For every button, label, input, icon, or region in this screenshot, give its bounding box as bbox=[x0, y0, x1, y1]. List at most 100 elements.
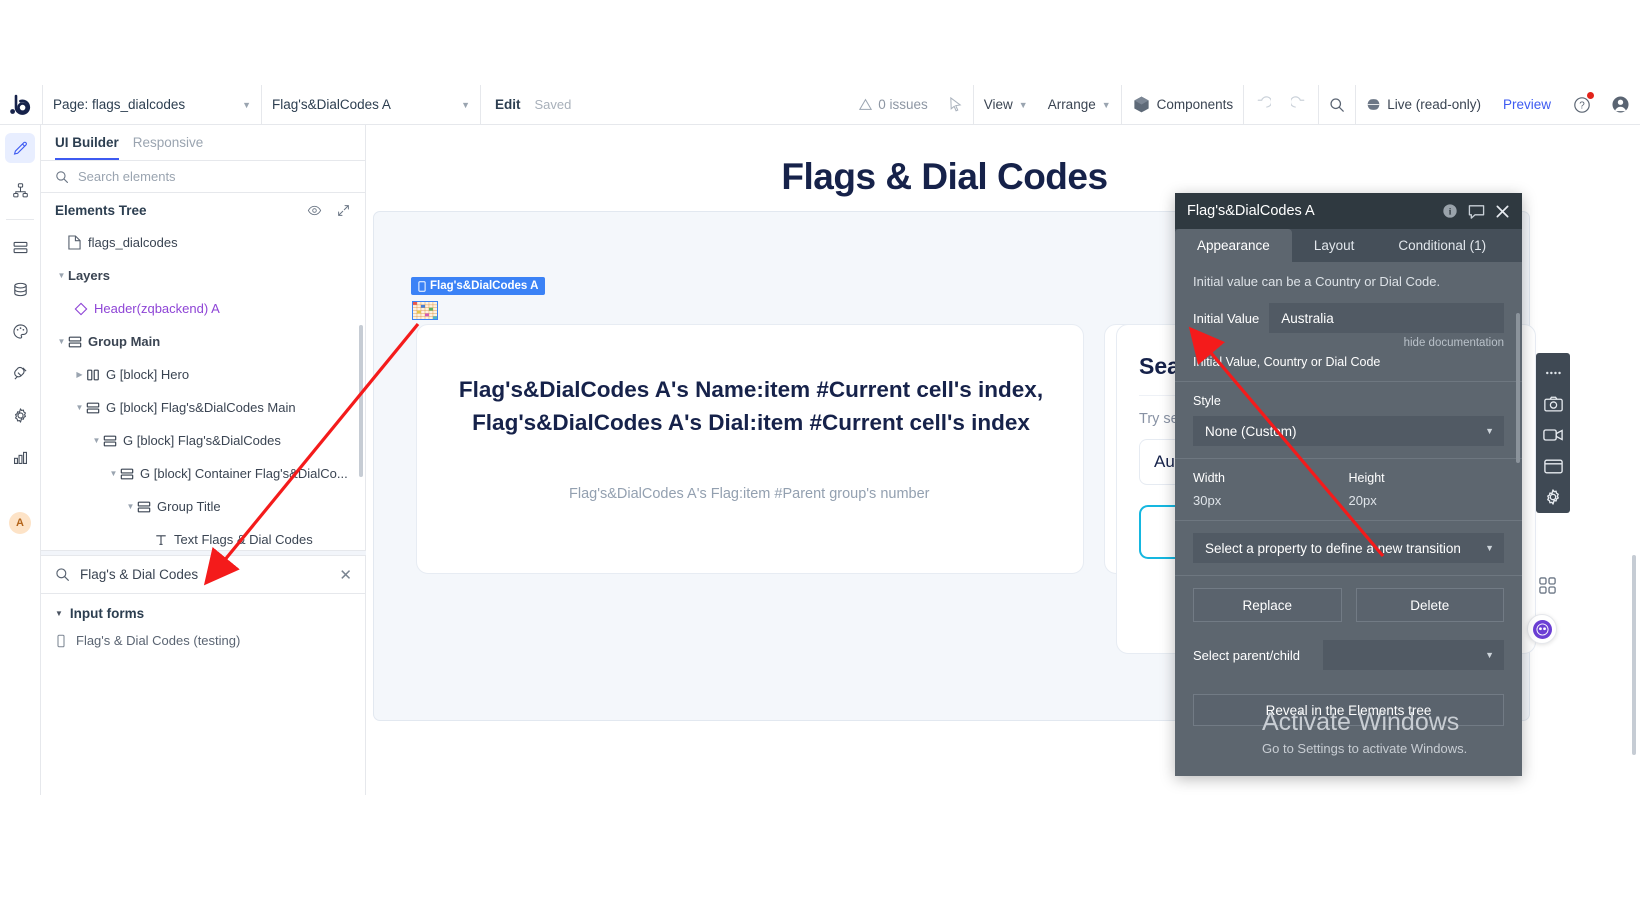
style-select[interactable]: None (Custom) ▼ bbox=[1193, 416, 1504, 446]
chevron-down-icon: ▼ bbox=[1485, 426, 1494, 436]
tree-node[interactable]: ▼ G [block] Flag's&DialCodes Main bbox=[41, 391, 365, 424]
tab-layout[interactable]: Layout bbox=[1292, 229, 1377, 262]
reveal-in-elements-tree-button[interactable]: Reveal in the Elements tree bbox=[1193, 694, 1504, 726]
initial-value-input[interactable]: Australia bbox=[1269, 303, 1504, 333]
tab-appearance[interactable]: Appearance bbox=[1175, 229, 1292, 262]
tree-arrow-down-icon[interactable]: ▼ bbox=[55, 271, 68, 280]
tree-node[interactable]: ▼ G [block] Container Flag's&DialCo... bbox=[41, 457, 365, 490]
initial-value-row: Initial Value Australia bbox=[1193, 303, 1504, 333]
initial-value-input-text: Australia bbox=[1281, 310, 1334, 326]
window-icon bbox=[1543, 459, 1563, 474]
rail-logs-icon-button[interactable] bbox=[5, 442, 35, 472]
width-label: Width bbox=[1193, 471, 1225, 485]
height-value[interactable]: 20px bbox=[1349, 493, 1505, 508]
expand-icon[interactable] bbox=[336, 203, 351, 218]
eye-icon[interactable] bbox=[307, 203, 322, 218]
height-column: Height 20px bbox=[1349, 471, 1505, 508]
tree-node[interactable]: Header(zqbackend) A bbox=[41, 292, 365, 325]
canvas-scrollbar[interactable] bbox=[1632, 555, 1636, 755]
clear-search-icon[interactable]: ✕ bbox=[339, 566, 352, 584]
capture-settings-button[interactable] bbox=[1538, 482, 1568, 513]
properties-tabs: Appearance Layout Conditional (1) bbox=[1175, 229, 1522, 262]
tab-conditional[interactable]: Conditional (1) bbox=[1376, 229, 1508, 262]
info-icon[interactable]: i bbox=[1442, 203, 1458, 219]
tree-arrow-right-icon[interactable]: ▶ bbox=[73, 370, 86, 379]
transition-select[interactable]: Select a property to define a new transi… bbox=[1193, 533, 1504, 563]
arrange-label: Arrange bbox=[1047, 97, 1096, 112]
issues-button[interactable]: 0 issues bbox=[849, 85, 938, 125]
chevron-down-icon: ▼ bbox=[1018, 99, 1028, 110]
properties-scrollbar[interactable] bbox=[1516, 313, 1520, 463]
view-menu[interactable]: View ▼ bbox=[974, 85, 1038, 125]
search-elements-field[interactable]: Search elements bbox=[41, 160, 365, 193]
rail-database-icon-button[interactable] bbox=[5, 274, 35, 304]
assistant-button[interactable] bbox=[1527, 614, 1557, 644]
tab-responsive[interactable]: Responsive bbox=[133, 135, 204, 160]
tree-arrow-down-icon[interactable]: ▼ bbox=[107, 469, 120, 478]
rail-plugins-icon-button[interactable] bbox=[5, 358, 35, 388]
elements-tree-title: Elements Tree bbox=[55, 203, 147, 218]
account-button[interactable] bbox=[1601, 85, 1640, 125]
element-selector[interactable]: Flag's&DialCodes A ▼ bbox=[262, 85, 480, 125]
chevron-down-icon: ▼ bbox=[1101, 99, 1111, 110]
tree-node[interactable]: ▼ Group Main bbox=[41, 325, 365, 358]
tree-arrow-down-icon[interactable]: ▼ bbox=[90, 436, 103, 445]
chevron-down-icon: ▼ bbox=[55, 609, 63, 618]
components-button[interactable]: Components bbox=[1122, 85, 1244, 125]
record-video-button[interactable] bbox=[1538, 419, 1568, 450]
cursor-tool-button[interactable] bbox=[938, 85, 973, 125]
properties-panel-title: Flag's&DialCodes A bbox=[1187, 203, 1315, 219]
preview-button[interactable]: Preview bbox=[1491, 97, 1563, 112]
close-icon[interactable] bbox=[1495, 204, 1510, 219]
logo-icon bbox=[10, 94, 31, 115]
rail-workflow-icon-button[interactable] bbox=[5, 175, 35, 205]
card-name-dial[interactable]: Flag's&DialCodes A's Name:item #Current … bbox=[416, 324, 1084, 574]
arrange-menu[interactable]: Arrange ▼ bbox=[1038, 85, 1121, 125]
group-icon bbox=[86, 401, 106, 415]
delete-button[interactable]: Delete bbox=[1355, 588, 1504, 622]
tree-node[interactable]: flags_dialcodes bbox=[41, 226, 365, 259]
style-section: Style None (Custom) ▼ bbox=[1175, 382, 1522, 459]
select-parent-child-select[interactable]: ▼ bbox=[1323, 640, 1504, 670]
rail-design-icon-button[interactable] bbox=[5, 133, 35, 163]
selection-badge[interactable]: Flag's&DialCodes A bbox=[411, 277, 546, 295]
list-item[interactable]: Flag's & Dial Codes (testing) bbox=[41, 627, 366, 654]
tree-node[interactable]: ▼ Group Title bbox=[41, 490, 365, 523]
selected-element-flag-thumb[interactable] bbox=[412, 301, 438, 320]
apps-grid-button[interactable] bbox=[1534, 572, 1560, 598]
page-selector[interactable]: Page: flags_dialcodes ▼ bbox=[43, 85, 261, 125]
search-button[interactable] bbox=[1319, 85, 1355, 125]
rail-settings-icon-button[interactable] bbox=[5, 400, 35, 430]
hide-documentation-link[interactable]: hide documentation bbox=[1193, 337, 1504, 349]
comment-icon[interactable] bbox=[1468, 203, 1485, 220]
tab-ui-builder[interactable]: UI Builder bbox=[55, 135, 119, 160]
element-search-field[interactable]: Flag's & Dial Codes ✕ bbox=[41, 556, 366, 594]
undo-button[interactable] bbox=[1244, 85, 1281, 125]
live-label: Live (read-only) bbox=[1387, 97, 1481, 112]
tree-arrow-down-icon[interactable]: ▼ bbox=[55, 337, 68, 346]
results-group-header[interactable]: ▼ Input forms bbox=[41, 594, 366, 627]
tree-arrow-down-icon[interactable]: ▼ bbox=[73, 403, 86, 412]
undo-icon bbox=[1257, 96, 1272, 108]
live-version-button[interactable]: Live (read-only) bbox=[1356, 85, 1491, 125]
tree-node[interactable]: ▼ G [block] Flag's&DialCodes bbox=[41, 424, 365, 457]
initial-value-note: Initial value can be a Country or Dial C… bbox=[1193, 274, 1441, 289]
tree-scrollbar[interactable] bbox=[359, 325, 363, 477]
bubble-logo[interactable] bbox=[0, 85, 42, 125]
screenshot-button[interactable] bbox=[1538, 388, 1568, 419]
edit-button[interactable]: Edit bbox=[481, 97, 535, 112]
tree-node[interactable]: ▼ Layers bbox=[41, 259, 365, 292]
tree-node[interactable]: ▶ G [block] Hero bbox=[41, 358, 365, 391]
tree-arrow-down-icon[interactable]: ▼ bbox=[124, 502, 137, 511]
redo-button[interactable] bbox=[1281, 85, 1318, 125]
help-button[interactable]: ? bbox=[1563, 85, 1601, 125]
replace-button[interactable]: Replace bbox=[1193, 588, 1342, 622]
tree-node-label: Text Flags & Dial Codes bbox=[174, 532, 313, 547]
more-options-icon-button[interactable] bbox=[1538, 357, 1568, 388]
rail-data-icon-button[interactable] bbox=[5, 232, 35, 262]
rail-avatar[interactable]: A bbox=[9, 512, 31, 534]
width-value[interactable]: 30px bbox=[1193, 493, 1349, 508]
rail-styles-icon-button[interactable] bbox=[5, 316, 35, 346]
window-capture-button[interactable] bbox=[1538, 451, 1568, 482]
tree-node-label: G [block] Container Flag's&DialCo... bbox=[140, 466, 348, 481]
